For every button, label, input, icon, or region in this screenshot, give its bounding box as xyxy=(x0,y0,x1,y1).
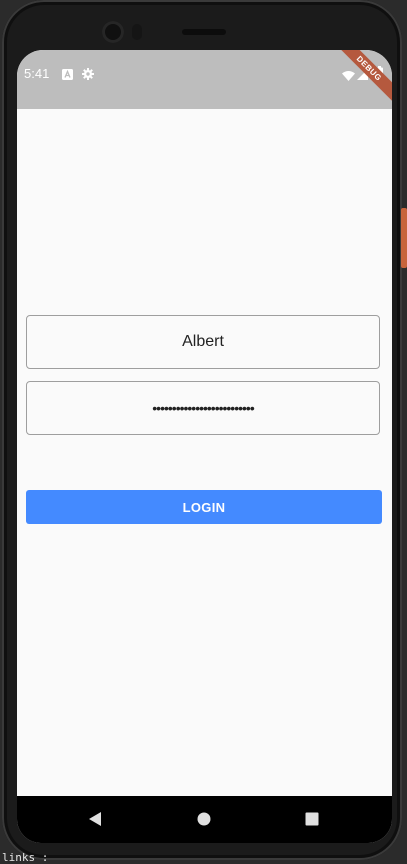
app-notification-icon xyxy=(62,67,73,85)
side-button xyxy=(401,208,407,268)
username-value: Albert xyxy=(182,333,224,350)
phone-frame: 5:41 DEBUG Albert ••••••••••••••••••••••… xyxy=(2,0,402,860)
home-icon[interactable] xyxy=(197,812,211,831)
wifi-icon xyxy=(342,68,355,86)
earpiece-speaker xyxy=(182,29,226,35)
password-value: •••••••••••••••••••••••••• xyxy=(152,400,254,416)
back-icon[interactable] xyxy=(89,812,102,831)
front-camera xyxy=(102,21,124,43)
sensor xyxy=(132,24,142,40)
password-field[interactable]: •••••••••••••••••••••••••• xyxy=(26,381,380,435)
status-time: 5:41 xyxy=(24,66,50,81)
login-button[interactable]: LOGIN xyxy=(26,490,382,524)
login-button-label: LOGIN xyxy=(182,499,226,515)
recents-icon[interactable] xyxy=(305,812,319,831)
settings-icon xyxy=(82,67,94,85)
navigation-bar xyxy=(17,796,392,843)
footer-text: links : xyxy=(2,851,49,864)
username-field[interactable]: Albert xyxy=(26,315,380,369)
status-bar: 5:41 DEBUG xyxy=(17,50,392,109)
screen: 5:41 DEBUG Albert ••••••••••••••••••••••… xyxy=(17,50,392,843)
